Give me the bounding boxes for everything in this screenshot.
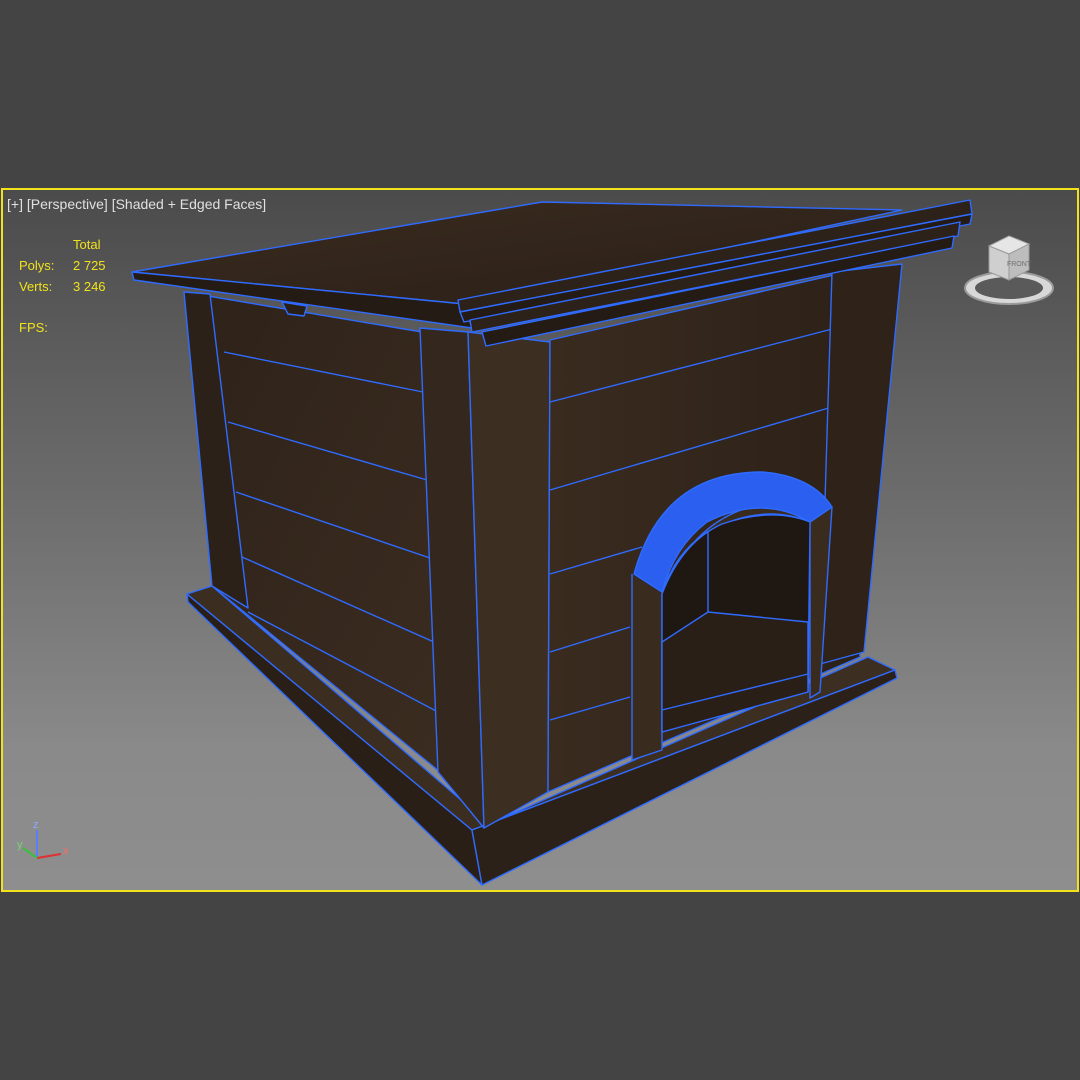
axis-tripod-icon: z x y <box>17 819 69 859</box>
bottom-letterbox <box>0 892 1080 1080</box>
doghouse-model[interactable] <box>2 188 1079 892</box>
axis-x-label: x <box>63 845 69 857</box>
axis-y-label: y <box>17 839 23 851</box>
viewcube-face-label: FRONT <box>1007 261 1032 268</box>
right-post <box>819 263 903 665</box>
perspective-viewport[interactable]: [+] [Perspective] [Shaded + Edged Faces]… <box>1 188 1079 892</box>
viewcube-icon[interactable]: FRONT <box>961 232 1057 308</box>
top-letterbox <box>0 0 1080 188</box>
axis-z-label: z <box>33 819 39 831</box>
